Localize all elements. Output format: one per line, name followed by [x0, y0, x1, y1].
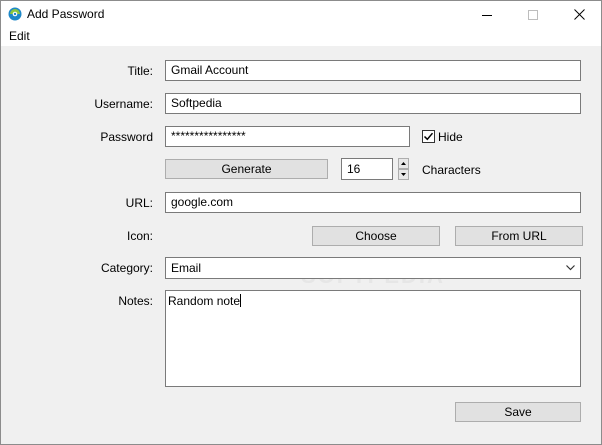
category-select[interactable]: Email — [165, 257, 581, 279]
add-password-window: Add Password Edit SOFTPEDIA Title: Gmail… — [0, 0, 602, 445]
arrow-down-icon — [401, 173, 406, 176]
minimize-icon — [482, 14, 492, 16]
length-up-button[interactable] — [398, 158, 409, 169]
maximize-button[interactable] — [510, 1, 556, 28]
url-input[interactable]: google.com — [165, 192, 581, 213]
username-label: Username: — [94, 97, 153, 111]
window-title: Add Password — [27, 7, 105, 21]
save-button[interactable]: Save — [455, 402, 581, 422]
maximize-icon — [528, 9, 538, 20]
icon-label: Icon: — [126, 229, 153, 243]
minimize-button[interactable] — [464, 1, 510, 28]
chevron-down-icon — [566, 265, 575, 271]
close-icon — [573, 9, 585, 20]
menu-edit[interactable]: Edit — [9, 29, 30, 43]
length-input[interactable]: 16 — [341, 158, 393, 180]
from-url-button[interactable]: From URL — [455, 226, 583, 246]
hide-checkbox[interactable] — [422, 130, 435, 143]
notes-text: Random note — [168, 294, 241, 308]
notes-label: Notes: — [118, 294, 153, 308]
text-caret — [240, 294, 242, 307]
hide-label: Hide — [438, 130, 463, 144]
choose-button[interactable]: Choose — [312, 226, 440, 246]
category-label: Category: — [100, 261, 153, 275]
title-bar: Add Password — [1, 1, 601, 28]
generate-button[interactable]: Generate — [165, 159, 328, 179]
arrow-up-icon — [401, 162, 406, 165]
title-input[interactable]: Gmail Account — [165, 60, 581, 81]
checkmark-icon — [423, 132, 434, 141]
title-label: Title: — [127, 64, 153, 78]
password-input[interactable]: **************** — [165, 126, 410, 147]
category-value: Email — [171, 261, 202, 275]
app-icon — [8, 7, 22, 21]
notes-textarea[interactable]: Random note — [165, 290, 581, 387]
close-button[interactable] — [556, 1, 602, 28]
url-label: URL: — [125, 196, 153, 210]
username-input[interactable]: Softpedia — [165, 93, 581, 114]
length-down-button[interactable] — [398, 169, 409, 180]
password-label: Password — [100, 130, 153, 144]
characters-label: Characters — [422, 163, 481, 177]
menu-bar: Edit — [1, 28, 601, 46]
